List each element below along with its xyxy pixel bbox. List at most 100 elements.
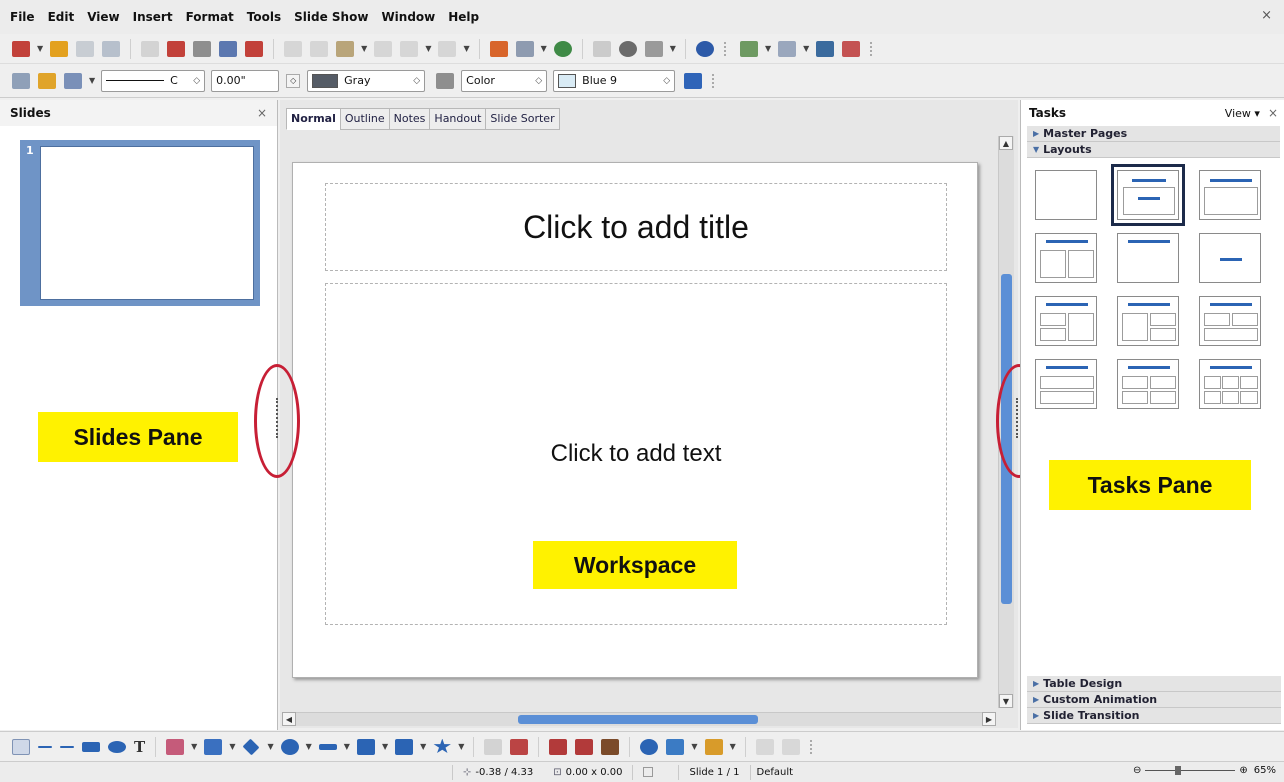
- cut-icon[interactable]: [284, 40, 303, 57]
- symbol-shapes-icon[interactable]: [280, 738, 299, 755]
- arrow-style-icon[interactable]: [64, 72, 82, 89]
- line-width-spin-icon[interactable]: ◇: [286, 73, 301, 88]
- open-icon[interactable]: [50, 40, 69, 57]
- from-file-icon[interactable]: [575, 738, 594, 755]
- custom-animation-icon[interactable]: [842, 40, 861, 57]
- zoom-dropdown-icon[interactable]: ▼: [670, 44, 676, 53]
- hyperlink-icon[interactable]: [553, 40, 572, 57]
- connector-dropdown-icon[interactable]: ▼: [229, 742, 235, 751]
- toolbar-grip[interactable]: [723, 41, 730, 56]
- symbol-shapes-dropdown-icon[interactable]: ▼: [306, 742, 312, 751]
- stars-dropdown-icon[interactable]: ▼: [458, 742, 464, 751]
- tab-normal[interactable]: Normal: [286, 108, 341, 130]
- horizontal-scroll-thumb[interactable]: [518, 715, 758, 724]
- title-placeholder[interactable]: Click to add title: [325, 183, 947, 271]
- section-slide-transition[interactable]: ▶ Slide Transition: [1027, 708, 1281, 724]
- tab-slide-sorter[interactable]: Slide Sorter: [485, 108, 560, 130]
- layout-title-content-2[interactable]: [1035, 296, 1097, 346]
- close-slides-pane-icon[interactable]: ×: [257, 106, 267, 120]
- section-table-design[interactable]: ▶ Table Design: [1027, 676, 1281, 692]
- menu-view[interactable]: View: [87, 10, 119, 24]
- slide-show-icon[interactable]: [816, 40, 835, 57]
- table-dropdown-icon[interactable]: ▼: [541, 44, 547, 53]
- arrange-icon[interactable]: [704, 738, 723, 755]
- callouts-dropdown-icon[interactable]: ▼: [420, 742, 426, 751]
- layout-title-4-content[interactable]: [1117, 359, 1179, 409]
- block-arrows-icon[interactable]: [318, 743, 337, 750]
- clone-formatting-icon[interactable]: [374, 40, 393, 57]
- grid-icon[interactable]: [592, 40, 611, 57]
- scroll-up-icon[interactable]: ▲: [999, 136, 1013, 150]
- zoom-icon[interactable]: [644, 40, 663, 57]
- help-icon[interactable]: [695, 40, 714, 57]
- menu-tools[interactable]: Tools: [247, 10, 281, 24]
- copy-icon[interactable]: [310, 40, 329, 57]
- curve-dropdown-icon[interactable]: ▼: [191, 742, 197, 751]
- close-tasks-pane-icon[interactable]: ×: [1268, 106, 1278, 120]
- slide-canvas[interactable]: Click to add title Click to add text Wor…: [292, 162, 978, 678]
- layout-centered-text[interactable]: [1199, 233, 1261, 283]
- arrange-dropdown-icon[interactable]: ▼: [730, 742, 736, 751]
- tab-handout[interactable]: Handout: [429, 108, 487, 130]
- status-document-modified[interactable]: [632, 764, 678, 780]
- slide-dropdown-icon[interactable]: ▼: [765, 44, 771, 53]
- layout-title-two-columns[interactable]: [1035, 233, 1097, 283]
- layout-title-2-content-over[interactable]: [1199, 296, 1261, 346]
- shadow-toggle-icon[interactable]: [781, 738, 800, 755]
- section-layouts[interactable]: ▼ Layouts: [1027, 142, 1280, 158]
- layout-title-only[interactable]: [1117, 233, 1179, 283]
- horizontal-scrollbar[interactable]: ◀ ▶: [282, 712, 996, 726]
- layout-title-6-content[interactable]: [1199, 359, 1261, 409]
- slides-pane-splitter[interactable]: [276, 398, 279, 438]
- flowchart-dropdown-icon[interactable]: ▼: [382, 742, 388, 751]
- undo-dropdown-icon[interactable]: ▼: [425, 44, 431, 53]
- text-icon[interactable]: T: [134, 738, 145, 756]
- area-style-icon[interactable]: [436, 72, 455, 89]
- basic-shapes-icon[interactable]: [243, 738, 260, 755]
- area-style-combo[interactable]: Color ◇: [461, 69, 548, 92]
- menu-file[interactable]: File: [10, 10, 35, 24]
- autospell-icon[interactable]: [245, 40, 264, 57]
- layout-title-content-alt[interactable]: [1199, 170, 1261, 220]
- rotate-icon[interactable]: [640, 738, 659, 755]
- line-width-field[interactable]: 0.00": [211, 69, 280, 92]
- zoom-value[interactable]: 65%: [1254, 765, 1276, 776]
- toolbar-grip[interactable]: [870, 41, 876, 56]
- print-icon[interactable]: [193, 40, 212, 57]
- layout-blank[interactable]: [1035, 170, 1097, 220]
- menu-edit[interactable]: Edit: [48, 10, 75, 24]
- alignment-dropdown-icon[interactable]: ▼: [691, 742, 697, 751]
- basic-shapes-dropdown-icon[interactable]: ▼: [267, 742, 273, 751]
- email-icon[interactable]: [102, 40, 121, 57]
- redo-dropdown-icon[interactable]: ▼: [463, 44, 469, 53]
- spin-icon[interactable]: ◇: [193, 76, 200, 86]
- scroll-left-icon[interactable]: ◀: [282, 712, 296, 726]
- line-style-combo[interactable]: C ◇: [101, 69, 206, 92]
- show-draw-functions-icon[interactable]: [618, 40, 637, 57]
- arrow-style-dropdown-icon[interactable]: ▼: [89, 76, 95, 85]
- alignment-icon[interactable]: [666, 738, 685, 755]
- close-document-icon[interactable]: ×: [1261, 8, 1272, 23]
- zoom-track[interactable]: [1145, 766, 1236, 775]
- spin-icon[interactable]: ◇: [663, 76, 670, 86]
- undo-icon[interactable]: [400, 40, 419, 57]
- chart-icon[interactable]: [489, 40, 508, 57]
- callouts-icon[interactable]: [395, 738, 414, 755]
- export-pdf-icon[interactable]: [167, 40, 186, 57]
- tasks-pane-splitter[interactable]: [1016, 398, 1019, 438]
- zoom-knob[interactable]: [1175, 766, 1182, 775]
- zoom-slider[interactable]: ⊖ ⊕ 65%: [1133, 765, 1276, 776]
- design-dropdown-icon[interactable]: ▼: [803, 44, 809, 53]
- toolbar-grip[interactable]: [712, 73, 718, 88]
- points-icon[interactable]: [484, 738, 503, 755]
- edit-file-icon[interactable]: [141, 40, 160, 57]
- scroll-right-icon[interactable]: ▶: [982, 712, 996, 726]
- redo-icon[interactable]: [438, 40, 457, 57]
- new-dropdown-icon[interactable]: ▼: [37, 44, 43, 53]
- spin-icon[interactable]: ◇: [535, 76, 542, 86]
- section-master-pages[interactable]: ▶ Master Pages: [1027, 126, 1280, 142]
- connector-icon[interactable]: [204, 738, 223, 755]
- shadow-icon[interactable]: [684, 72, 703, 89]
- spin-icon[interactable]: ◇: [413, 76, 420, 86]
- menu-slide-show[interactable]: Slide Show: [294, 10, 368, 24]
